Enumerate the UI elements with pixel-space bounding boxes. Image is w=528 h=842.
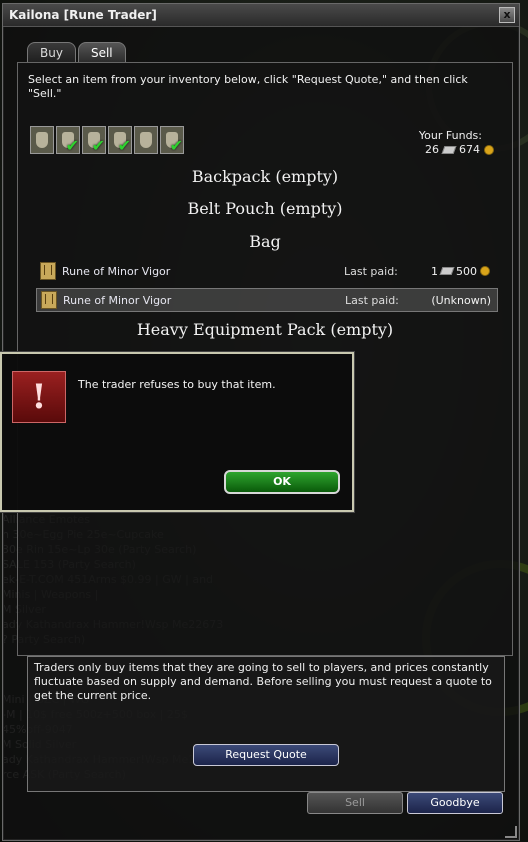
bag-selector: ✔ ✔ ✔ ✔: [30, 126, 184, 155]
checkmark-icon: ✔: [117, 136, 131, 155]
window-title: Kailona [Rune Trader]: [9, 8, 157, 22]
section-bag: Bag: [249, 232, 281, 251]
bag-slot-4[interactable]: [134, 126, 158, 154]
bag-slot-3[interactable]: ✔: [108, 126, 132, 155]
section-heavy-equipment-pack: Heavy Equipment Pack (empty): [136, 320, 394, 339]
platinum-icon: [441, 145, 457, 154]
resize-grip[interactable]: [505, 826, 517, 838]
rune-icon: [41, 291, 57, 309]
bag-slot-1[interactable]: ✔: [56, 126, 80, 155]
tab-buy[interactable]: Buy: [27, 42, 76, 63]
error-dialog: ! The trader refuses to buy that item. O…: [0, 352, 354, 512]
last-paid-label: Last paid:: [344, 264, 398, 278]
window-titlebar[interactable]: Kailona [Rune Trader]: [3, 4, 519, 27]
section-belt-pouch: Belt Pouch (empty): [187, 199, 343, 218]
price-gold: 500: [456, 264, 477, 278]
instructions-text: Select an item from your inventory below…: [28, 73, 468, 100]
item-price: (Unknown): [431, 293, 491, 307]
section-backpack: Backpack (empty): [191, 167, 339, 186]
gold-coin-icon: [480, 266, 490, 276]
ok-button[interactable]: OK: [224, 470, 340, 494]
rune-icon: [40, 262, 56, 280]
bag-slot-2[interactable]: ✔: [82, 126, 106, 155]
close-button[interactable]: x: [499, 7, 515, 23]
backpack-icon: [36, 132, 48, 148]
funds-label: Your Funds:: [418, 129, 482, 142]
gold-amount: 674: [459, 143, 480, 156]
dialog-message: The trader refuses to buy that item.: [78, 378, 276, 391]
bag-icon: [140, 132, 152, 148]
sell-button[interactable]: Sell: [307, 792, 403, 814]
item-name: Rune of Minor Vigor: [62, 264, 171, 278]
tab-bar: Buy Sell: [27, 42, 126, 63]
funds-values: 26 674: [425, 143, 494, 156]
info-text: Traders only buy items that they are goi…: [34, 661, 492, 702]
item-row-selected[interactable]: Rune of Minor Vigor Last paid: (Unknown): [36, 288, 498, 312]
platinum-icon: [439, 267, 455, 275]
goodbye-button[interactable]: Goodbye: [407, 792, 503, 814]
request-quote-button[interactable]: Request Quote: [193, 744, 339, 766]
bag-slot-5[interactable]: ✔: [160, 126, 184, 155]
gold-coin-icon: [484, 144, 494, 155]
tab-sell[interactable]: Sell: [77, 42, 126, 63]
checkmark-icon: ✔: [65, 136, 79, 155]
price-platinum: 1: [431, 264, 438, 278]
checkmark-icon: ✔: [169, 136, 183, 155]
last-paid-label: Last paid:: [345, 293, 399, 307]
platinum-amount: 26: [425, 143, 439, 156]
exclamation-icon: !: [12, 371, 66, 423]
info-box: Traders only buy items that they are goi…: [27, 656, 505, 792]
item-name: Rune of Minor Vigor: [63, 293, 172, 307]
item-row[interactable]: Rune of Minor Vigor Last paid: 1 500: [36, 260, 496, 282]
item-price: 1 500: [410, 265, 496, 278]
checkmark-icon: ✔: [91, 136, 105, 155]
bag-slot-0[interactable]: [30, 126, 54, 154]
